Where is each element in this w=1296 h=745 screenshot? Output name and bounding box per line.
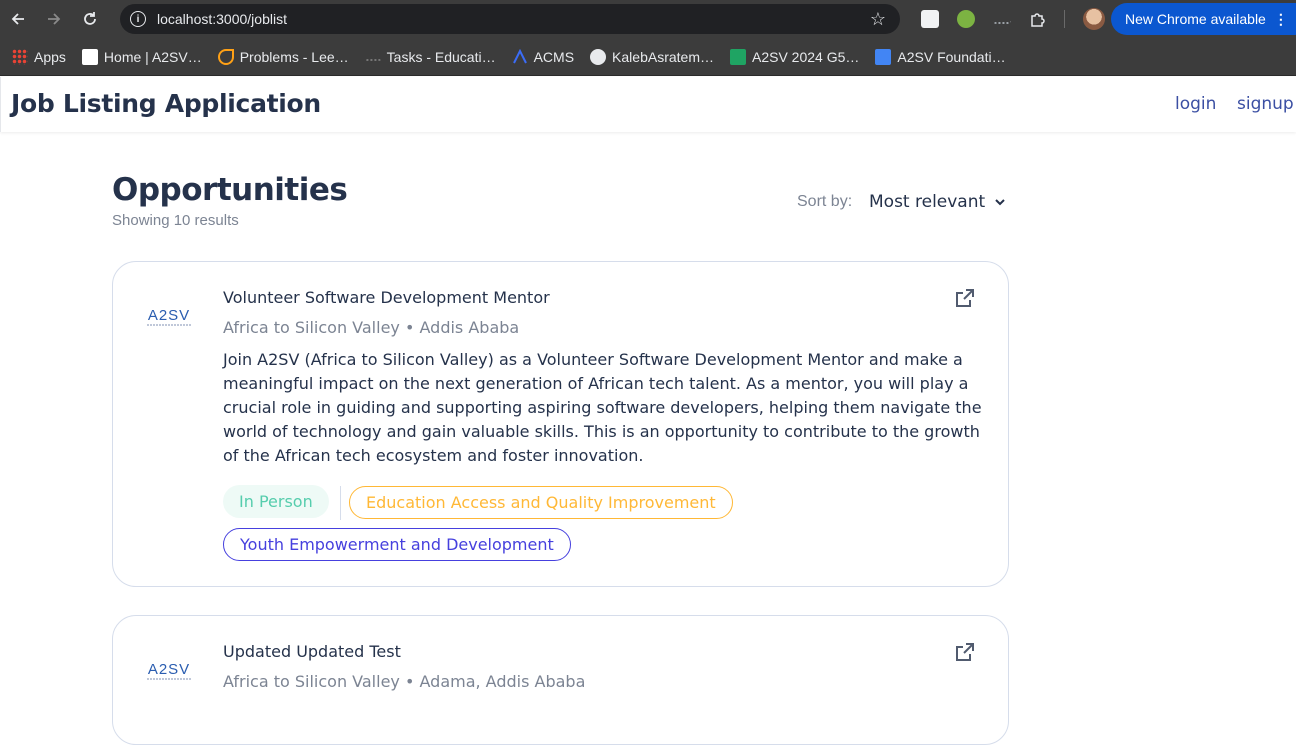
extensions-area — [912, 0, 1115, 38]
signup-link[interactable]: signup — [1237, 94, 1294, 114]
bookmark-star-icon[interactable]: ☆ — [870, 9, 886, 30]
bookmark-leetcode[interactable]: Problems - Lee… — [217, 48, 349, 65]
a2sv-logo: A2SV — [147, 307, 191, 326]
a2sv-logo: A2SV — [147, 661, 191, 680]
address-bar[interactable]: i localhost:3000/joblist ☆ — [120, 4, 900, 34]
back-arrow-icon[interactable] — [0, 0, 36, 38]
bookmark-a2sv-g5[interactable]: A2SV 2024 G5… — [729, 48, 860, 65]
extension-icon[interactable] — [921, 10, 939, 28]
bookmark-label: ACMS — [533, 48, 575, 65]
external-link-icon[interactable] — [954, 287, 976, 309]
sheets-icon — [729, 48, 746, 65]
job-type-tag: In Person — [223, 485, 329, 518]
reload-icon[interactable] — [72, 0, 108, 38]
job-company-location: Africa to Silicon Valley • Adama, Addis … — [223, 672, 586, 691]
key-extension-icon[interactable] — [993, 14, 1011, 24]
green-plus-extension-icon[interactable] — [957, 10, 975, 28]
calendar-icon — [875, 48, 892, 65]
chrome-update-button[interactable]: New Chrome available ⋮ — [1111, 3, 1296, 35]
github-icon — [590, 48, 607, 65]
bookmark-label: KalebAsratem… — [612, 48, 714, 65]
bookmark-label: Home | A2SV… — [103, 48, 202, 65]
browser-toolbar: i localhost:3000/joblist ☆ New Chrome av… — [0, 0, 1296, 38]
bookmark-acms[interactable]: ACMS — [512, 48, 575, 65]
forward-arrow-icon[interactable] — [36, 0, 72, 38]
acms-icon — [512, 48, 528, 65]
svg-text:A2SV: A2SV — [148, 661, 190, 678]
category-tag: Youth Empowerment and Development — [223, 528, 571, 561]
menu-kebab-icon[interactable]: ⋮ — [1274, 11, 1288, 28]
puzzle-icon[interactable] — [1029, 10, 1047, 28]
results-count: Showing 10 results — [112, 212, 239, 229]
tasks-icon — [364, 53, 381, 61]
bookmark-a2sv-foundation[interactable]: A2SV Foundati… — [875, 48, 1006, 65]
app-header: Job Listing Application login signup — [0, 77, 1296, 132]
chrome-update-label: New Chrome available — [1125, 11, 1266, 27]
svg-text:A2SV: A2SV — [148, 307, 190, 324]
job-company-location: Africa to Silicon Valley • Addis Ababa — [223, 318, 520, 337]
bookmark-apps[interactable]: Apps — [12, 48, 66, 65]
bookmark-label: Problems - Lee… — [239, 48, 349, 65]
app-title: Job Listing Application — [11, 89, 321, 118]
job-description: Join A2SV (Africa to Silicon Valley) as … — [223, 350, 982, 465]
bookmarks-bar: Apps Home | A2SV… Problems - Lee… Tasks … — [0, 38, 1296, 76]
bookmark-tasks[interactable]: Tasks - Educati… — [364, 48, 496, 65]
job-title[interactable]: Updated Updated Test — [223, 642, 401, 661]
job-card[interactable]: A2SV Volunteer Software Development Ment… — [112, 261, 1009, 587]
tag-divider — [340, 486, 341, 520]
bookmark-label: Apps — [34, 48, 66, 65]
leetcode-icon — [217, 48, 234, 65]
bookmark-github[interactable]: KalebAsratem… — [590, 48, 714, 65]
login-link[interactable]: login — [1175, 94, 1216, 114]
job-title[interactable]: Volunteer Software Development Mentor — [223, 288, 550, 307]
bookmark-label: A2SV 2024 G5… — [751, 48, 860, 65]
apps-grid-icon — [12, 48, 28, 65]
job-card[interactable]: A2SV Updated Updated Test Africa to Sili… — [112, 615, 1009, 745]
bookmark-label: A2SV Foundati… — [897, 48, 1006, 65]
bookmark-label: Tasks - Educati… — [386, 48, 496, 65]
sort-label: Sort by: — [797, 193, 853, 210]
page-title: Opportunities — [112, 172, 348, 208]
site-info-icon[interactable]: i — [130, 11, 146, 27]
category-tag: Education Access and Quality Improvement — [349, 486, 733, 519]
external-link-icon[interactable] — [954, 641, 976, 663]
address-bar-url[interactable]: localhost:3000/joblist — [157, 11, 287, 27]
profile-avatar[interactable] — [1083, 8, 1105, 30]
chevron-down-icon[interactable] — [993, 195, 1007, 209]
bookmark-a2sv-home[interactable]: Home | A2SV… — [81, 48, 202, 65]
sort-select[interactable]: Most relevant — [869, 192, 985, 212]
toolbar-divider — [1064, 10, 1065, 28]
a2sv-home-icon — [81, 48, 98, 65]
